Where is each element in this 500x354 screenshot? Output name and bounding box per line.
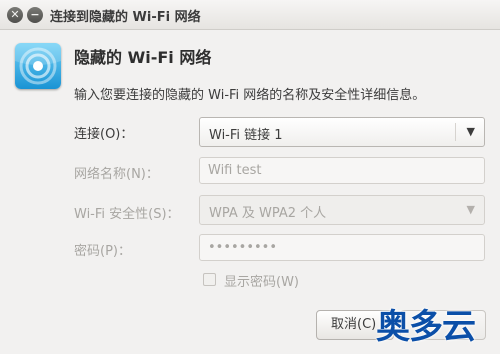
dialog-description: 输入您要连接的隐藏的 Wi-Fi 网络的名称及安全性详细信息。 [74,88,426,103]
connection-value: Wi-Fi 链接 1 [209,128,283,143]
show-password-checkbox[interactable] [203,273,216,286]
dropdown-arrow-icon: ▼ [466,125,475,138]
window-title: 连接到隐藏的 Wi-Fi 网络 [50,10,201,25]
network-name-label: 网络名称(N)： [74,167,159,182]
dropdown-separator [455,123,456,141]
watermark-logo: 奥多云 [376,307,476,347]
security-label: Wi-Fi 安全性(S)： [74,207,180,222]
dropdown-arrow-icon: ▼ [466,203,475,216]
password-value: ••••••••• [208,240,278,255]
password-label: 密码(P)： [74,244,131,259]
connection-label: 连接(O)： [74,127,134,142]
minimize-icon: − [30,8,40,21]
password-input[interactable]: ••••••••• [199,234,485,261]
wifi-icon [15,43,61,89]
close-icon: ✕ [10,8,20,21]
dialog-title: 隐藏的 Wi-Fi 网络 [74,48,212,67]
title-bar: ✕ − 连接到隐藏的 Wi-Fi 网络 [0,0,500,30]
close-window-button[interactable]: ✕ [7,7,23,23]
show-password-label: 显示密码(W) [224,275,299,290]
connection-dropdown[interactable]: Wi-Fi 链接 1 ▼ [199,117,485,147]
network-name-input[interactable]: Wifi test [199,157,485,184]
minimize-window-button[interactable]: − [27,7,43,23]
security-value: WPA 及 WPA2 个人 [209,206,327,221]
network-name-value: Wifi test [208,163,262,178]
security-dropdown[interactable]: WPA 及 WPA2 个人 ▼ [199,195,485,225]
